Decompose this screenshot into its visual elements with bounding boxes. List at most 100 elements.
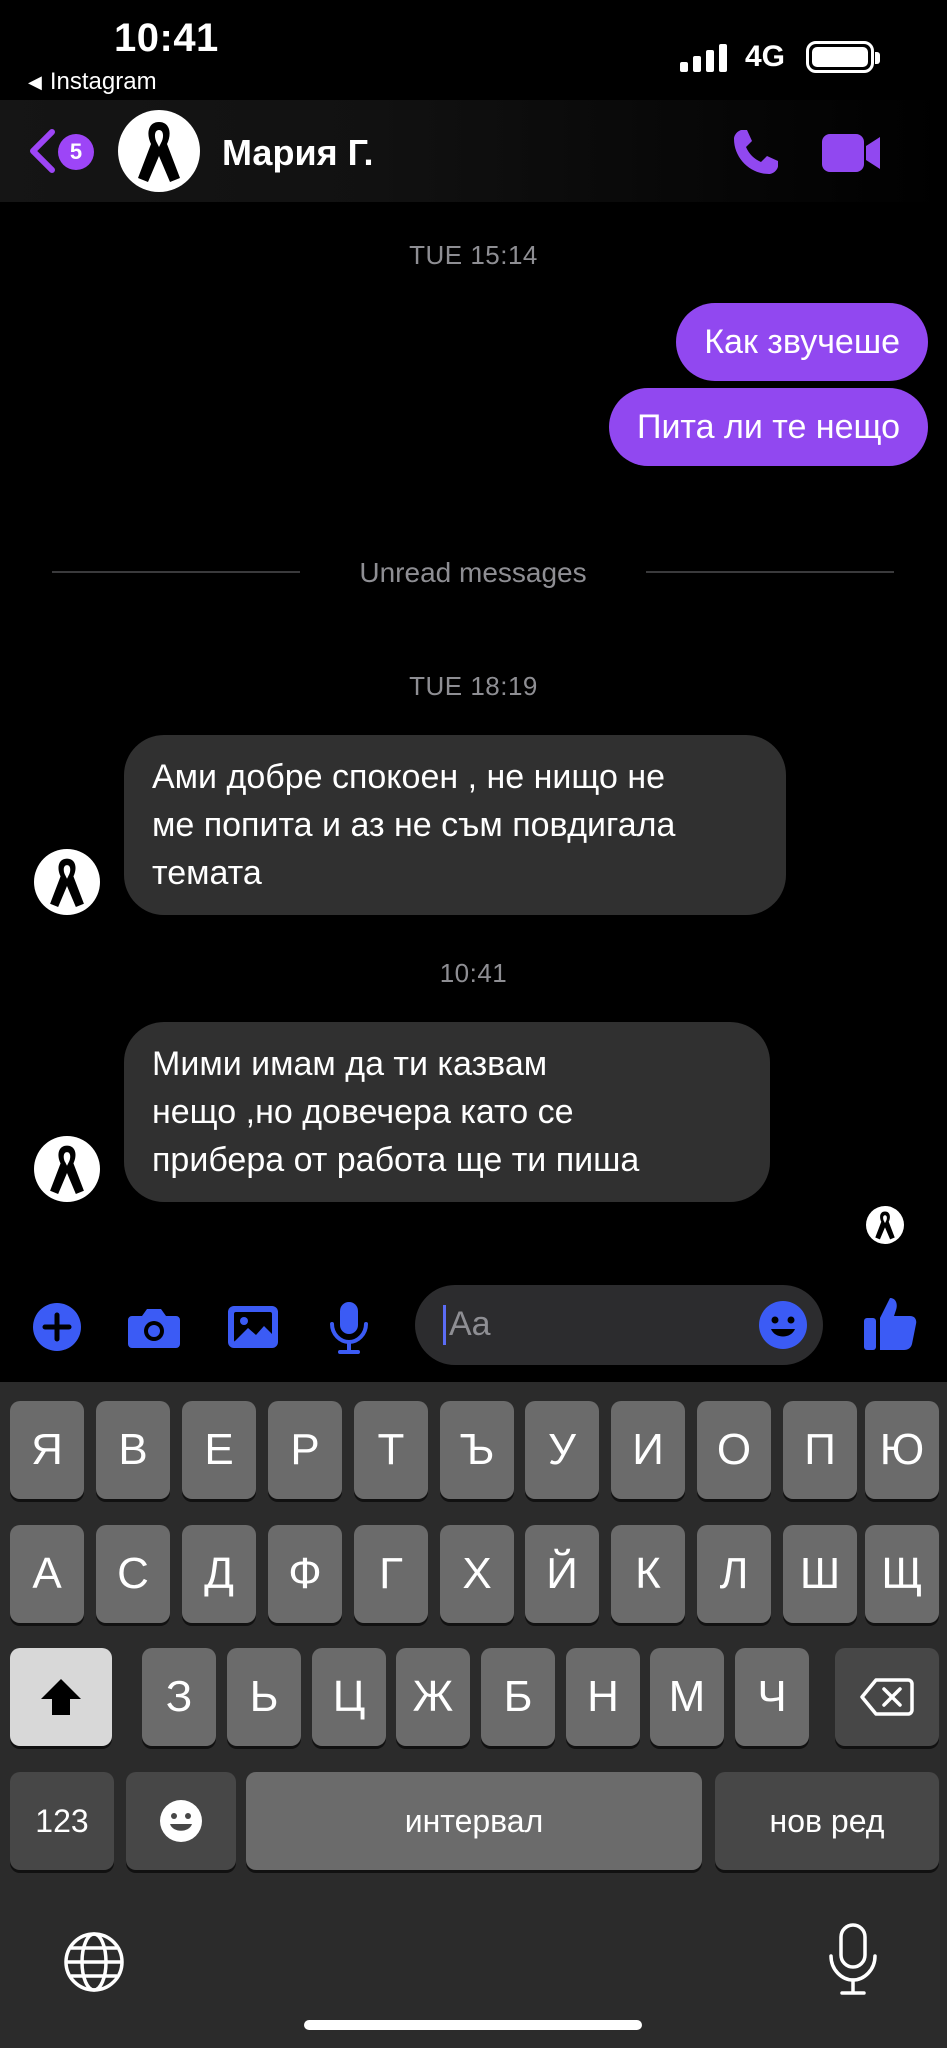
text-caret: [443, 1305, 446, 1345]
key[interactable]: Е: [182, 1401, 256, 1499]
back-button[interactable]: 5: [26, 120, 101, 182]
key[interactable]: Ю: [865, 1401, 939, 1499]
key[interactable]: Н: [566, 1648, 640, 1746]
contact-avatar[interactable]: [118, 110, 200, 192]
emoji-keyboard-key[interactable]: [126, 1772, 236, 1870]
backspace-key[interactable]: [835, 1648, 939, 1746]
numbers-key[interactable]: 123: [10, 1772, 114, 1870]
timestamp: 10:41: [439, 958, 508, 988]
voice-call-button[interactable]: [730, 126, 782, 178]
incoming-message[interactable]: Мими имам да ти казвам нещо ,но довечера…: [124, 1022, 770, 1202]
key[interactable]: П: [783, 1401, 857, 1499]
key[interactable]: А: [10, 1525, 84, 1623]
message-line: ме попита и аз не съм повдигала: [152, 806, 676, 844]
shift-key[interactable]: [10, 1648, 112, 1746]
key[interactable]: Ч: [735, 1648, 809, 1746]
message-line: нещо ,но довечера като се: [152, 1093, 574, 1131]
globe-icon: [64, 1932, 124, 1992]
back-to-app-link[interactable]: ◀ Instagram: [28, 68, 157, 96]
microphone-icon: [330, 1302, 368, 1354]
battery-icon: [806, 41, 880, 73]
key[interactable]: М: [650, 1648, 724, 1746]
key[interactable]: У: [525, 1401, 599, 1499]
key[interactable]: Р: [268, 1401, 342, 1499]
voice-message-button[interactable]: [324, 1300, 378, 1354]
key[interactable]: Л: [697, 1525, 771, 1623]
message-composer: Aa: [0, 1282, 947, 1372]
status-bar: 10:41 ◀ Instagram 4G: [0, 0, 947, 100]
seen-receipt-avatar: [866, 1206, 904, 1244]
shift-arrow-icon: [41, 1679, 81, 1715]
back-app-label: Instagram: [49, 68, 157, 95]
like-button[interactable]: [862, 1294, 917, 1350]
video-camera-icon: [822, 134, 880, 172]
emoji-face-icon: [160, 1800, 202, 1842]
sender-avatar[interactable]: [34, 1136, 100, 1202]
key[interactable]: В: [96, 1401, 170, 1499]
cellular-signal-icon: [680, 42, 727, 72]
emoji-button[interactable]: [757, 1299, 809, 1351]
message-line: прибера от работа ще ти пиша: [152, 1141, 640, 1179]
key[interactable]: С: [96, 1525, 170, 1623]
chevron-left-icon: [30, 129, 55, 173]
outgoing-message[interactable]: Как звучеше: [676, 303, 928, 381]
key[interactable]: Б: [481, 1648, 555, 1746]
key[interactable]: Г: [354, 1525, 428, 1623]
back-triangle-icon: ◀: [28, 71, 42, 92]
key[interactable]: Ш: [783, 1525, 857, 1623]
gallery-button[interactable]: [226, 1300, 280, 1354]
camera-icon: [128, 1309, 180, 1348]
phone-icon: [734, 130, 778, 174]
more-actions-button[interactable]: [30, 1300, 84, 1354]
key[interactable]: Ь: [227, 1648, 301, 1746]
dictation-button[interactable]: [826, 1922, 880, 1996]
key[interactable]: Ц: [312, 1648, 386, 1746]
key[interactable]: Ф: [268, 1525, 342, 1623]
sender-avatar[interactable]: [34, 849, 100, 915]
contact-name[interactable]: Мария Г.: [222, 132, 374, 174]
key[interactable]: Т: [354, 1401, 428, 1499]
outgoing-message[interactable]: Пита ли те нещо: [609, 388, 928, 466]
unread-divider: Unread messages: [52, 557, 894, 588]
incoming-message[interactable]: Ами добре спокоен , не нищо не ме попита…: [124, 735, 786, 915]
backspace-icon: [860, 1678, 914, 1716]
key[interactable]: Ъ: [440, 1401, 514, 1499]
key[interactable]: З: [142, 1648, 216, 1746]
black-ribbon-icon: [138, 122, 180, 182]
key[interactable]: Й: [525, 1525, 599, 1623]
camera-button[interactable]: [126, 1300, 180, 1354]
language-switch-button[interactable]: [62, 1930, 126, 1994]
message-line: темата: [152, 854, 262, 892]
key[interactable]: Д: [182, 1525, 256, 1623]
plus-circle-icon: [33, 1303, 81, 1351]
message-line: Ами добре спокоен , не нищо не: [152, 758, 666, 796]
key[interactable]: Щ: [865, 1525, 939, 1623]
key[interactable]: Я: [10, 1401, 84, 1499]
key[interactable]: И: [611, 1401, 685, 1499]
unread-count-badge: 5: [58, 134, 94, 170]
microphone-icon: [829, 1923, 877, 1995]
unread-divider-label: Unread messages: [359, 557, 587, 588]
image-icon: [228, 1306, 278, 1348]
thumbs-up-icon: [864, 1298, 917, 1350]
home-indicator[interactable]: [304, 2020, 642, 2030]
key[interactable]: Ж: [396, 1648, 470, 1746]
space-key[interactable]: интервал: [246, 1772, 702, 1870]
message-input[interactable]: Aa: [415, 1285, 823, 1365]
message-line: Мими имам да ти казвам: [152, 1045, 548, 1083]
timestamp: TUE 18:19: [409, 671, 538, 701]
black-ribbon-icon: [50, 1145, 84, 1194]
video-call-button[interactable]: [820, 128, 884, 178]
chat-header: 5 Мария Г.: [0, 100, 947, 202]
key[interactable]: К: [611, 1525, 685, 1623]
network-type: 4G: [745, 40, 786, 73]
smiley-icon: [759, 1301, 807, 1349]
key[interactable]: Х: [440, 1525, 514, 1623]
black-ribbon-icon: [50, 858, 84, 907]
return-key[interactable]: нов ред: [715, 1772, 939, 1870]
message-input-placeholder: Aa: [449, 1305, 491, 1343]
status-time: 10:41: [114, 16, 219, 60]
key[interactable]: О: [697, 1401, 771, 1499]
timestamp: TUE 15:14: [409, 240, 538, 270]
black-ribbon-icon: [875, 1211, 895, 1240]
